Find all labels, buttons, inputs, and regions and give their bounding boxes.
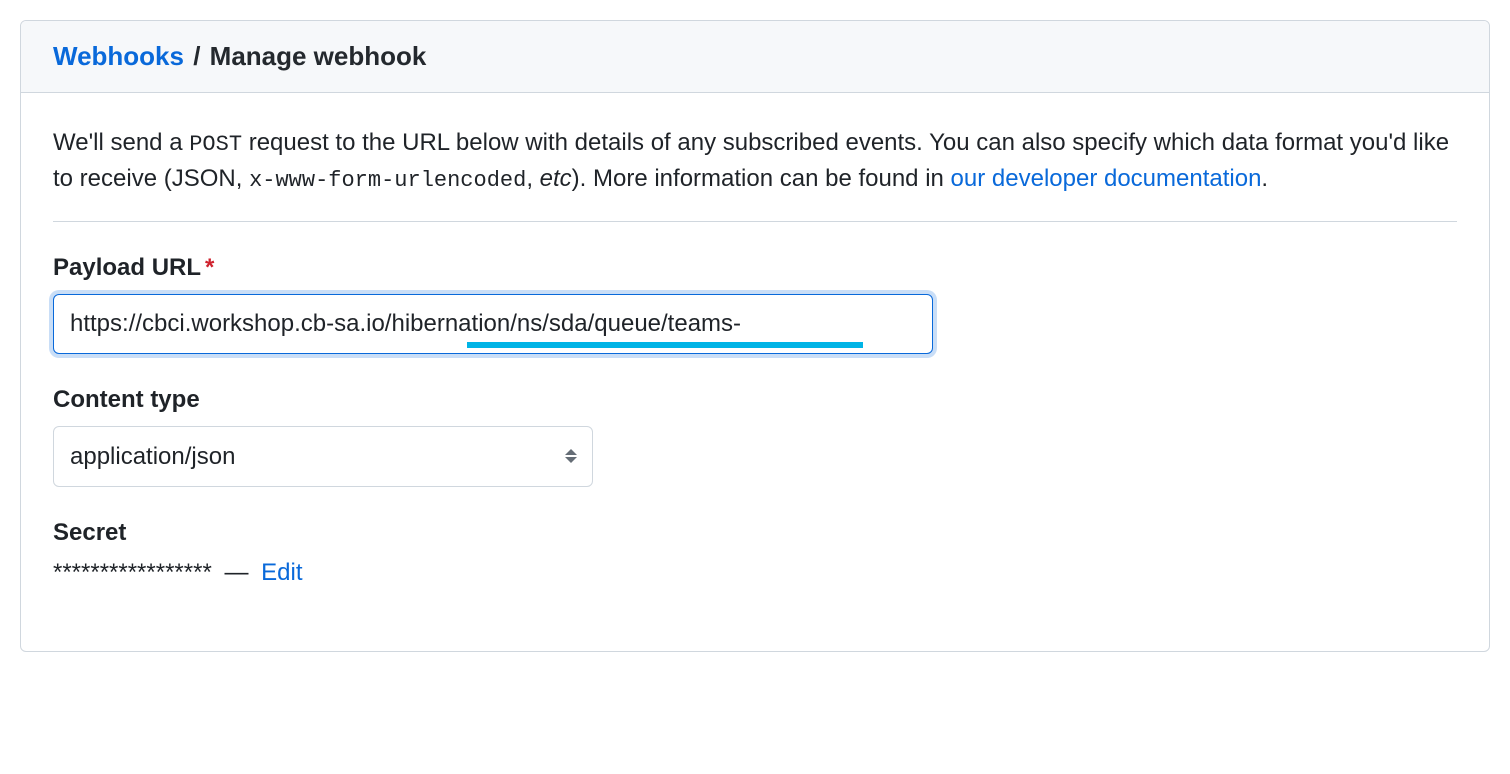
breadcrumb-separator: / [186,41,208,71]
secret-group: Secret ***************** — Edit [53,519,1457,587]
breadcrumb: Webhooks / Manage webhook [53,41,1457,72]
secret-dash: — [224,559,248,586]
payload-url-input-wrapper [53,294,933,354]
payload-url-input[interactable] [53,294,933,354]
divider [53,221,1457,222]
content-type-label: Content type [53,386,1457,414]
post-code: POST [189,132,242,157]
required-star-icon: * [205,254,214,281]
developer-docs-link[interactable]: our developer documentation [951,165,1262,192]
secret-masked-value: ***************** [53,559,212,586]
description-text: We'll send a POST request to the URL bel… [53,125,1457,197]
breadcrumb-webhooks-link[interactable]: Webhooks [53,41,184,71]
card-body: We'll send a POST request to the URL bel… [21,93,1489,651]
content-type-group: Content type application/json [53,386,1457,487]
payload-url-group: Payload URL* [53,254,1457,354]
breadcrumb-current: Manage webhook [210,41,427,71]
content-type-code: x-www-form-urlencoded [249,168,526,193]
edit-secret-link[interactable]: Edit [261,559,302,586]
secret-label: Secret [53,519,1457,547]
webhook-card: Webhooks / Manage webhook We'll send a P… [20,20,1490,652]
secret-row: ***************** — Edit [53,559,1457,587]
content-type-select-wrapper: application/json [53,426,593,487]
payload-url-label: Payload URL* [53,254,1457,282]
content-type-select[interactable]: application/json [53,426,593,487]
card-header: Webhooks / Manage webhook [21,21,1489,93]
